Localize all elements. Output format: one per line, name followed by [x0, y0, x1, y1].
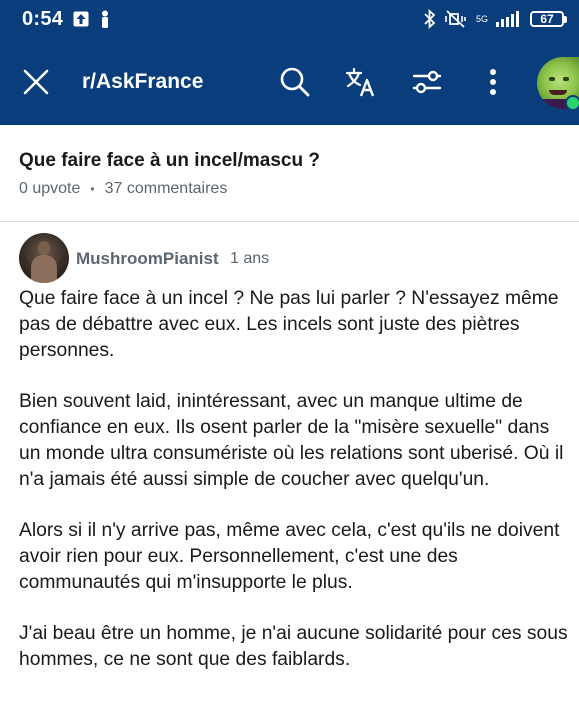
- battery-icon: 67: [530, 11, 567, 27]
- filter-button[interactable]: [410, 65, 444, 99]
- online-status-icon: [565, 95, 579, 111]
- network-label: 5G: [475, 13, 488, 24]
- search-icon: [280, 67, 310, 97]
- battery-level: 67: [540, 12, 554, 26]
- post-meta: 0 upvote • 37 commentaires: [19, 180, 227, 198]
- more-vertical-icon: [490, 69, 496, 95]
- upload-notification-icon: [73, 11, 89, 27]
- comment-paragraph: Que faire face à un incel ? Ne pas lui p…: [19, 288, 559, 361]
- search-button[interactable]: [278, 65, 312, 99]
- person-notification-icon: [99, 10, 111, 28]
- app-header: r/AskFrance: [0, 38, 579, 125]
- close-icon: [23, 69, 49, 95]
- status-right-group: 5G 67: [424, 9, 567, 29]
- subreddit-title[interactable]: r/AskFrance: [82, 70, 203, 94]
- comment-paragraph: J'ai beau être un homme, je n'ai aucune …: [19, 623, 568, 670]
- translate-icon: [345, 67, 375, 97]
- comment-author[interactable]: MushroomPianist: [76, 249, 219, 269]
- network-type: 5G: [475, 13, 488, 24]
- meta-separator: •: [90, 182, 95, 196]
- status-time: 0:54: [22, 7, 64, 30]
- close-button[interactable]: [22, 68, 50, 96]
- upvote-count: 0 upvote: [19, 180, 81, 197]
- status-bar: 0:54 5G 67: [0, 0, 579, 38]
- comment-count: 37 commentaires: [104, 180, 228, 197]
- commenter-avatar[interactable]: [19, 233, 69, 283]
- translate-button[interactable]: [344, 65, 378, 99]
- vibrate-off-icon: [444, 9, 468, 29]
- divider: [0, 221, 579, 222]
- comment-paragraph: Alors si il n'y arrive pas, même avec ce…: [19, 520, 560, 593]
- post-title[interactable]: Que faire face à un incel/mascu ?: [19, 150, 320, 172]
- bluetooth-icon: [424, 9, 436, 29]
- comment-age: 1 ans: [230, 250, 270, 267]
- more-options-button[interactable]: [476, 65, 510, 99]
- filter-icon: [412, 70, 442, 94]
- comment-body: Que faire face à un incel ? Ne pas lui p…: [19, 286, 574, 698]
- comment-paragraph: Bien souvent laid, inintéressant, avec u…: [19, 391, 564, 490]
- user-avatar-button[interactable]: [537, 57, 579, 111]
- signal-icon: [496, 11, 522, 27]
